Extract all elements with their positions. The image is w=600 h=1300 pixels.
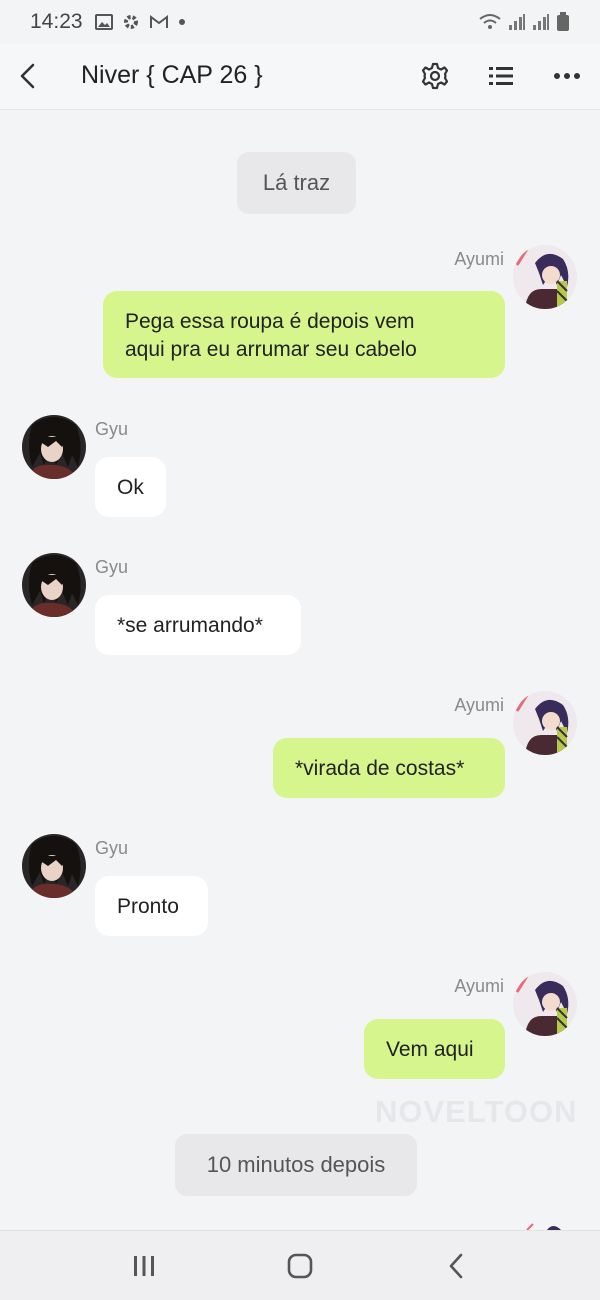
back-icon (449, 1253, 463, 1279)
more-options-button[interactable] (548, 58, 586, 94)
home-icon (287, 1253, 313, 1279)
signal-icon (533, 14, 549, 30)
image-icon (94, 14, 113, 30)
message-line: Pronto (117, 895, 179, 918)
gmail-icon (149, 15, 168, 28)
sender-name: Ayumi (454, 976, 504, 996)
sender-name: Gyu (95, 419, 129, 439)
nav-back-button[interactable] (436, 1247, 476, 1285)
settings-button[interactable] (416, 58, 454, 94)
message-bubble[interactable]: *virada de costas* (273, 738, 505, 798)
chat-header: Niver { CAP 26 } (0, 44, 600, 110)
avatar-ayumi-icon (513, 691, 577, 755)
back-icon (20, 63, 35, 89)
avatar-ayumi-icon (513, 245, 577, 309)
sender-name: Gyu (95, 838, 129, 858)
avatar-gyu-icon (22, 553, 86, 617)
more-icon (554, 73, 580, 79)
status-bar: 14:23 (0, 0, 600, 44)
avatar-partial-icon (526, 1223, 561, 1230)
sender-name: Ayumi (454, 695, 504, 715)
recent-apps-button[interactable] (124, 1247, 164, 1285)
gear-icon (123, 15, 138, 29)
message-bubble[interactable]: *se arrumando* (95, 595, 301, 655)
avatar[interactable] (22, 415, 86, 479)
avatar[interactable] (513, 245, 577, 309)
settings-icon (421, 62, 449, 90)
home-button[interactable] (280, 1247, 320, 1285)
recent-apps-icon (134, 1256, 154, 1276)
narration-bubble: Lá traz (237, 152, 356, 214)
avatar-ayumi-icon (513, 972, 577, 1036)
message-bubble[interactable]: Pronto (95, 876, 208, 936)
message-bubble[interactable]: Ok (95, 457, 166, 517)
message-line: *virada de costas* (295, 757, 465, 780)
avatar-gyu-icon (22, 415, 86, 479)
chat-screen: 14:23 Niver { CAP 26 } Lá traz Ayumi Peg… (0, 0, 600, 1300)
narration-bubble: 10 minutos depois (175, 1134, 417, 1196)
message-bubble[interactable]: Pega essa roupa é depois vem aqui pra eu… (103, 291, 505, 378)
message-line: *se arrumando* (117, 614, 263, 637)
avatar[interactable] (22, 553, 86, 617)
message-line: Pega essa roupa é depois vem (125, 310, 415, 333)
back-button[interactable] (10, 58, 46, 94)
wifi-icon (479, 14, 501, 29)
message-line: Ok (117, 476, 144, 499)
chapter-list-button[interactable] (482, 58, 520, 94)
sender-name: Gyu (95, 557, 129, 577)
message-line: Vem aqui (386, 1038, 474, 1061)
status-time: 14:23 (30, 10, 83, 33)
signal-icon (509, 14, 525, 30)
battery-icon (557, 12, 569, 31)
system-nav-bar (0, 1230, 600, 1300)
avatar[interactable] (22, 834, 86, 898)
avatar[interactable] (513, 972, 577, 1036)
message-line: aqui pra eu arrumar seu cabelo (125, 338, 417, 361)
page-title: Niver { CAP 26 } (81, 61, 263, 89)
message-bubble[interactable]: Vem aqui (364, 1019, 505, 1079)
dot-icon (178, 19, 185, 25)
watermark-logo: NOVELTOON (375, 1094, 578, 1129)
sender-name: Ayumi (454, 249, 504, 269)
list-icon (489, 67, 513, 85)
avatar[interactable] (513, 691, 577, 755)
avatar-gyu-icon (22, 834, 86, 898)
